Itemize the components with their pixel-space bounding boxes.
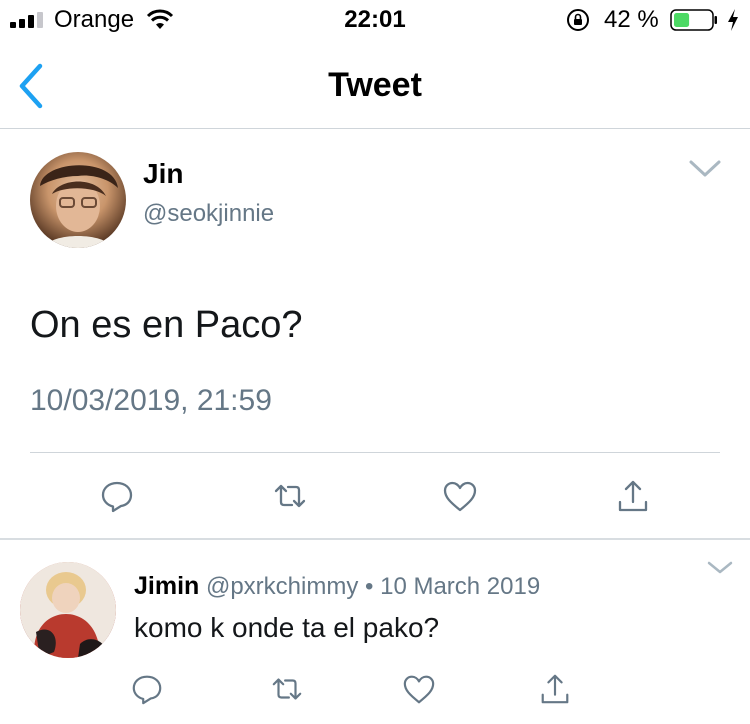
retweet-icon[interactable] — [270, 672, 304, 706]
battery-percent: 42 % — [604, 6, 659, 33]
tweet-text: On es en Paco? — [30, 304, 303, 346]
avatar-image — [40, 165, 118, 248]
meta-separator: • — [365, 573, 374, 600]
reply-author-name[interactable]: Jimin — [134, 572, 199, 600]
reply-avatar-image — [20, 562, 116, 658]
share-icon[interactable] — [615, 478, 651, 514]
orientation-lock-icon — [567, 9, 589, 31]
avatar[interactable] — [30, 152, 126, 248]
divider — [30, 452, 720, 453]
battery-icon — [670, 9, 717, 31]
nav-bar: Tweet — [0, 44, 750, 129]
section-separator — [0, 538, 750, 540]
retweet-icon[interactable] — [272, 478, 308, 514]
like-icon[interactable] — [442, 478, 478, 514]
reply-date: 10 March 2019 — [380, 573, 541, 600]
share-icon[interactable] — [538, 672, 572, 706]
reply-author-handle[interactable]: @pxrkchimmy — [206, 573, 358, 600]
status-bar: Orange 22:01 42 % — [0, 0, 750, 44]
reply-icon[interactable] — [130, 672, 164, 706]
page-title: Tweet — [328, 66, 422, 104]
chevron-down-icon[interactable] — [706, 560, 734, 576]
charging-icon — [728, 9, 738, 31]
reply-header: Jimin @pxrkchimmy • 10 March 2019 — [134, 572, 540, 601]
reply-avatar[interactable] — [20, 562, 116, 658]
reply-text: komo k onde ta el pako? — [134, 612, 440, 643]
chevron-down-icon[interactable] — [688, 158, 722, 180]
tweet-timestamp: 10/03/2019, 21:59 — [30, 384, 272, 417]
like-icon[interactable] — [402, 672, 436, 706]
author-handle[interactable]: @seokjinnie — [143, 200, 274, 228]
reply-icon[interactable] — [99, 478, 135, 514]
author-name[interactable]: Jin — [143, 158, 183, 190]
